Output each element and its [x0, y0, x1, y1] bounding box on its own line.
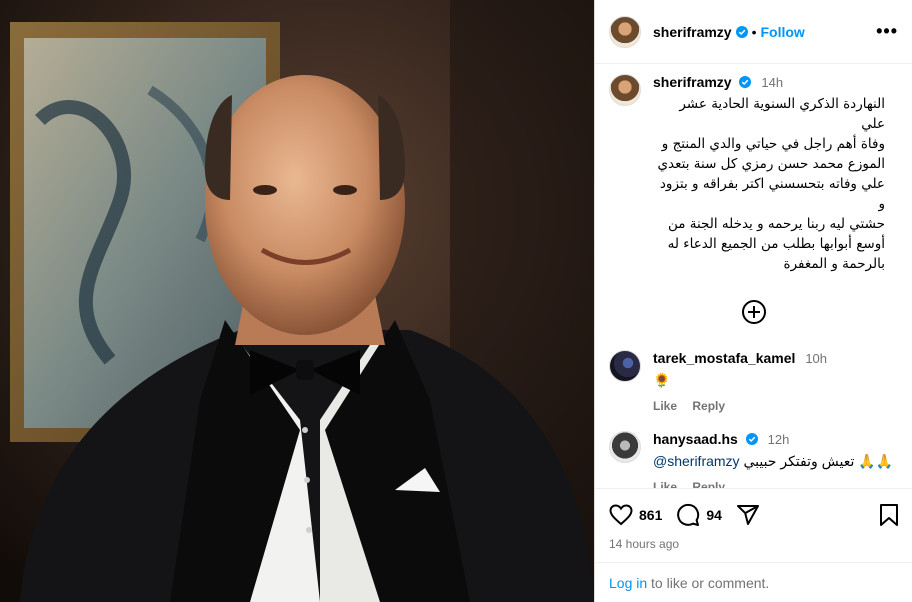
login-prompt-text: to like or comment.: [647, 575, 770, 591]
caption-text: النهاردة الذكري السنوية الحادية عشر علي …: [657, 96, 885, 272]
comment-like-button[interactable]: Like: [653, 480, 677, 488]
caption-avatar[interactable]: [609, 74, 641, 106]
comment-bubble-icon[interactable]: [676, 503, 700, 527]
comment-time[interactable]: 10h: [805, 351, 827, 366]
header-separator: •: [751, 23, 757, 40]
more-options-button[interactable]: •••: [876, 21, 898, 42]
post-photo[interactable]: [0, 0, 594, 602]
post-caption: sheriframzy 14h النهاردة الذكري السنوية …: [595, 64, 912, 274]
caption-username[interactable]: sheriframzy: [653, 74, 732, 90]
post-sidebar: sheriframzy • Follow ••• sheriframzy 14h…: [594, 0, 912, 602]
comment-like-button[interactable]: Like: [653, 399, 677, 413]
comment-username[interactable]: hanysaad.hs: [653, 431, 738, 447]
comment-time[interactable]: 12h: [768, 432, 790, 447]
save-button[interactable]: [879, 503, 899, 527]
like-button[interactable]: [609, 504, 633, 526]
comment-reply-button[interactable]: Reply: [692, 399, 725, 413]
comment-username[interactable]: tarek_mostafa_kamel: [653, 350, 795, 366]
verified-badge-icon: [745, 433, 758, 445]
comment-count[interactable]: 94: [706, 507, 722, 523]
bookmark-icon[interactable]: [879, 503, 899, 527]
login-prompt: Log in to like or comment.: [595, 562, 912, 602]
share-button[interactable]: [736, 503, 760, 527]
verified-badge-icon: [739, 76, 752, 88]
heart-icon[interactable]: [609, 504, 633, 526]
comment-reply-button[interactable]: Reply: [692, 480, 725, 488]
commenter-avatar[interactable]: [609, 431, 641, 463]
like-count[interactable]: 861: [639, 507, 662, 523]
post-header: sheriframzy • Follow •••: [595, 0, 912, 64]
follow-button[interactable]: Follow: [761, 24, 805, 40]
login-link[interactable]: Log in: [609, 575, 647, 591]
comments-scroll-area[interactable]: sheriframzy 14h النهاردة الذكري السنوية …: [595, 64, 912, 488]
caption-time[interactable]: 14h: [761, 75, 783, 90]
comment-item: tarek_mostafa_kamel 10h 🌻 Like Reply: [595, 350, 912, 413]
paper-plane-icon[interactable]: [736, 503, 760, 527]
post-timestamp[interactable]: 14 hours ago: [609, 537, 899, 551]
verified-badge-icon: [735, 25, 748, 38]
comment-item: hanysaad.hs 12h @sheriframzy تعيش وتفتكر…: [595, 431, 912, 488]
load-more-comments[interactable]: [595, 300, 912, 324]
plus-circle-icon[interactable]: [742, 300, 766, 324]
comment-text: تعيش وتفتكر حبيبي 🙏🙏: [739, 453, 894, 469]
portrait-image: [0, 0, 594, 602]
comment-mention[interactable]: @sheriframzy: [653, 453, 740, 469]
comment-text: 🌻: [653, 372, 671, 388]
post-actions-bar: 861 94 14 hours ago: [595, 488, 912, 551]
commenter-avatar[interactable]: [609, 350, 641, 382]
comment-button[interactable]: [676, 503, 700, 527]
author-username[interactable]: sheriframzy: [653, 24, 732, 40]
author-avatar[interactable]: [609, 15, 641, 48]
